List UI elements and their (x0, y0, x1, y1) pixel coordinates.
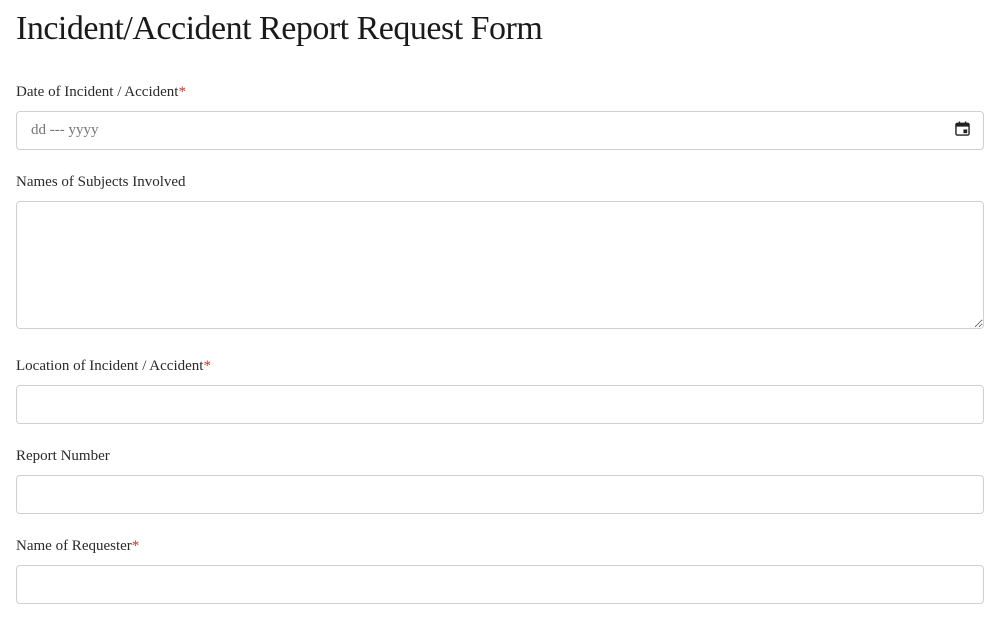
required-mark: * (203, 358, 211, 374)
date-label: Date of Incident / Accident* (16, 84, 984, 101)
location-input[interactable] (16, 385, 984, 424)
report-number-input[interactable] (16, 475, 984, 514)
required-mark: * (132, 538, 140, 554)
date-input[interactable] (16, 111, 984, 150)
requester-label: Name of Requester* (16, 538, 984, 555)
subjects-label: Names of Subjects Involved (16, 174, 984, 191)
date-input-wrapper (16, 111, 984, 150)
location-label: Location of Incident / Accident* (16, 358, 984, 375)
requester-label-text: Name of Requester (16, 538, 132, 554)
location-label-text: Location of Incident / Accident (16, 358, 203, 374)
subjects-textarea[interactable] (16, 201, 984, 329)
required-mark: * (178, 84, 186, 100)
requester-input[interactable] (16, 565, 984, 604)
date-label-text: Date of Incident / Accident (16, 84, 178, 100)
report-number-label: Report Number (16, 448, 984, 465)
page-title: Incident/Accident Report Request Form (16, 10, 984, 48)
